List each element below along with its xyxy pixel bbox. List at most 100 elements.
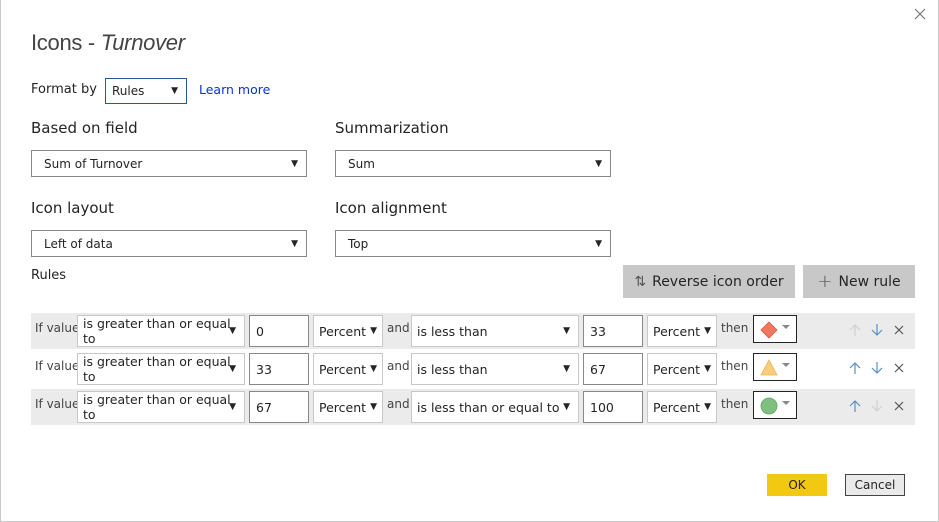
rule-value-2-input[interactable]: 33 [583,315,643,347]
format-by-value: Rules [112,84,145,98]
delete-rule-button[interactable] [891,360,907,376]
rule-type-2-select[interactable]: Percent ▼ [647,353,717,385]
if-value-label: If value [35,321,80,335]
rule-type-1-select[interactable]: Percent ▼ [313,391,383,423]
dialog-title: Icons - Turnover [31,30,185,56]
chevron-down-icon: ▼ [563,364,570,374]
summarization-select[interactable]: Sum ▼ [335,150,611,177]
rule-value-1-input[interactable]: 67 [249,391,309,423]
title-field-name: Turnover [100,30,185,55]
chevron-down-icon: ▼ [171,86,178,96]
rule-row-1: If value is greater than or equal to ▼ 0… [31,313,915,349]
move-down-button[interactable] [869,322,885,338]
chevron-down-icon: ▼ [370,326,377,336]
title-prefix: Icons - [31,30,101,55]
rule-row-3: If value is greater than or equal to ▼ 6… [31,389,915,425]
arrow-up-icon [849,400,861,412]
then-label: then [721,321,749,335]
rule-type-2-select[interactable]: Percent ▼ [647,391,717,423]
move-up-button[interactable] [847,398,863,414]
move-up-button[interactable] [847,360,863,376]
based-on-field-value: Sum of Turnover [44,156,143,171]
icon-picker[interactable] [753,315,797,343]
chevron-down-icon: ▼ [229,364,236,374]
close-icon [914,8,926,20]
rule-operator-1-select[interactable]: is greater than or equal to ▼ [77,391,245,423]
and-label: and [387,397,410,411]
rule-operator-2-select[interactable]: is less than or equal to ▼ [411,391,579,423]
chevron-down-icon: ▼ [370,402,377,412]
new-rule-button[interactable]: + New rule [803,265,915,298]
rule-operator-2-select[interactable]: is less than ▼ [411,353,579,385]
learn-more-link[interactable]: Learn more [199,82,270,97]
icon-alignment-label: Icon alignment [335,199,447,217]
reverse-icon-order-label: Reverse icon order [652,273,784,290]
ok-button[interactable]: OK [767,474,827,496]
chevron-down-icon: ▼ [370,364,377,374]
icon-layout-label: Icon layout [31,199,114,217]
chevron-down-icon: ▼ [291,238,298,249]
icons-dialog: Icons - Turnover Format by Rules ▼ Learn… [0,0,939,522]
rule-operator-1-select[interactable]: is greater than or equal to ▼ [77,353,245,385]
cancel-button[interactable]: Cancel [845,474,905,496]
diamond-icon [760,321,778,339]
arrow-up-icon [849,362,861,374]
rule-operator-2-value: is less than [417,361,488,377]
rules-label: Rules [31,268,67,283]
rule-type-2-value: Percent [653,323,701,339]
rule-operator-1-value: is greater than or equal to [83,354,231,384]
arrow-down-icon [871,362,883,374]
rule-type-2-value: Percent [653,399,701,415]
arrow-down-icon [871,324,883,336]
rule-operator-1-value: is greater than or equal to [83,316,231,346]
chevron-down-icon: ▼ [291,158,298,169]
based-on-field-select[interactable]: Sum of Turnover ▼ [31,150,307,177]
chevron-down-icon: ▼ [563,402,570,412]
rule-type-1-select[interactable]: Percent ▼ [313,315,383,347]
icon-alignment-select[interactable]: Top ▼ [335,230,611,257]
chevron-down-icon: ▼ [595,158,602,169]
icon-picker[interactable] [753,391,797,419]
icon-layout-value: Left of data [44,236,113,251]
rule-operator-1-value: is greater than or equal to [83,392,231,422]
rule-type-1-select[interactable]: Percent ▼ [313,353,383,385]
rule-type-2-value: Percent [653,361,701,377]
close-icon [894,401,904,411]
chevron-down-icon: ▼ [704,326,711,336]
reverse-icon-order-button[interactable]: ⇅ Reverse icon order [623,265,795,298]
rule-row-2: If value is greater than or equal to ▼ 3… [31,351,915,387]
icon-picker[interactable] [753,353,797,381]
icon-layout-select[interactable]: Left of data ▼ [31,230,307,257]
delete-rule-button[interactable] [891,398,907,414]
chevron-down-icon: ▼ [229,326,236,336]
chevron-down-icon: ▼ [704,402,711,412]
plus-icon: + [817,271,833,292]
chevron-down-icon: ▼ [595,238,602,249]
move-up-button[interactable] [847,322,863,338]
rule-type-1-value: Percent [319,323,367,339]
rule-type-1-value: Percent [319,399,367,415]
rule-value-1-input[interactable]: 33 [249,353,309,385]
rule-value-2-input[interactable]: 100 [583,391,643,423]
then-label: then [721,359,749,373]
summarization-value: Sum [348,156,375,171]
move-down-button[interactable] [869,398,885,414]
rule-operator-2-select[interactable]: is less than ▼ [411,315,579,347]
rule-value-2-input[interactable]: 67 [583,353,643,385]
new-rule-label: New rule [838,273,901,290]
rule-operator-1-select[interactable]: is greater than or equal to ▼ [77,315,245,347]
close-icon [894,325,904,335]
based-on-field-label: Based on field [31,119,138,137]
rule-type-2-select[interactable]: Percent ▼ [647,315,717,347]
rule-operator-2-value: is less than or equal to [417,399,560,415]
if-value-label: If value [35,359,80,373]
triangle-icon [760,359,778,376]
if-value-label: If value [35,397,80,411]
delete-rule-button[interactable] [891,322,907,338]
rule-value-1-input[interactable]: 0 [249,315,309,347]
close-button[interactable] [910,4,930,24]
rule-type-1-value: Percent [319,361,367,377]
format-by-select[interactable]: Rules ▼ [105,78,187,104]
move-down-button[interactable] [869,360,885,376]
icon-alignment-value: Top [348,236,369,251]
